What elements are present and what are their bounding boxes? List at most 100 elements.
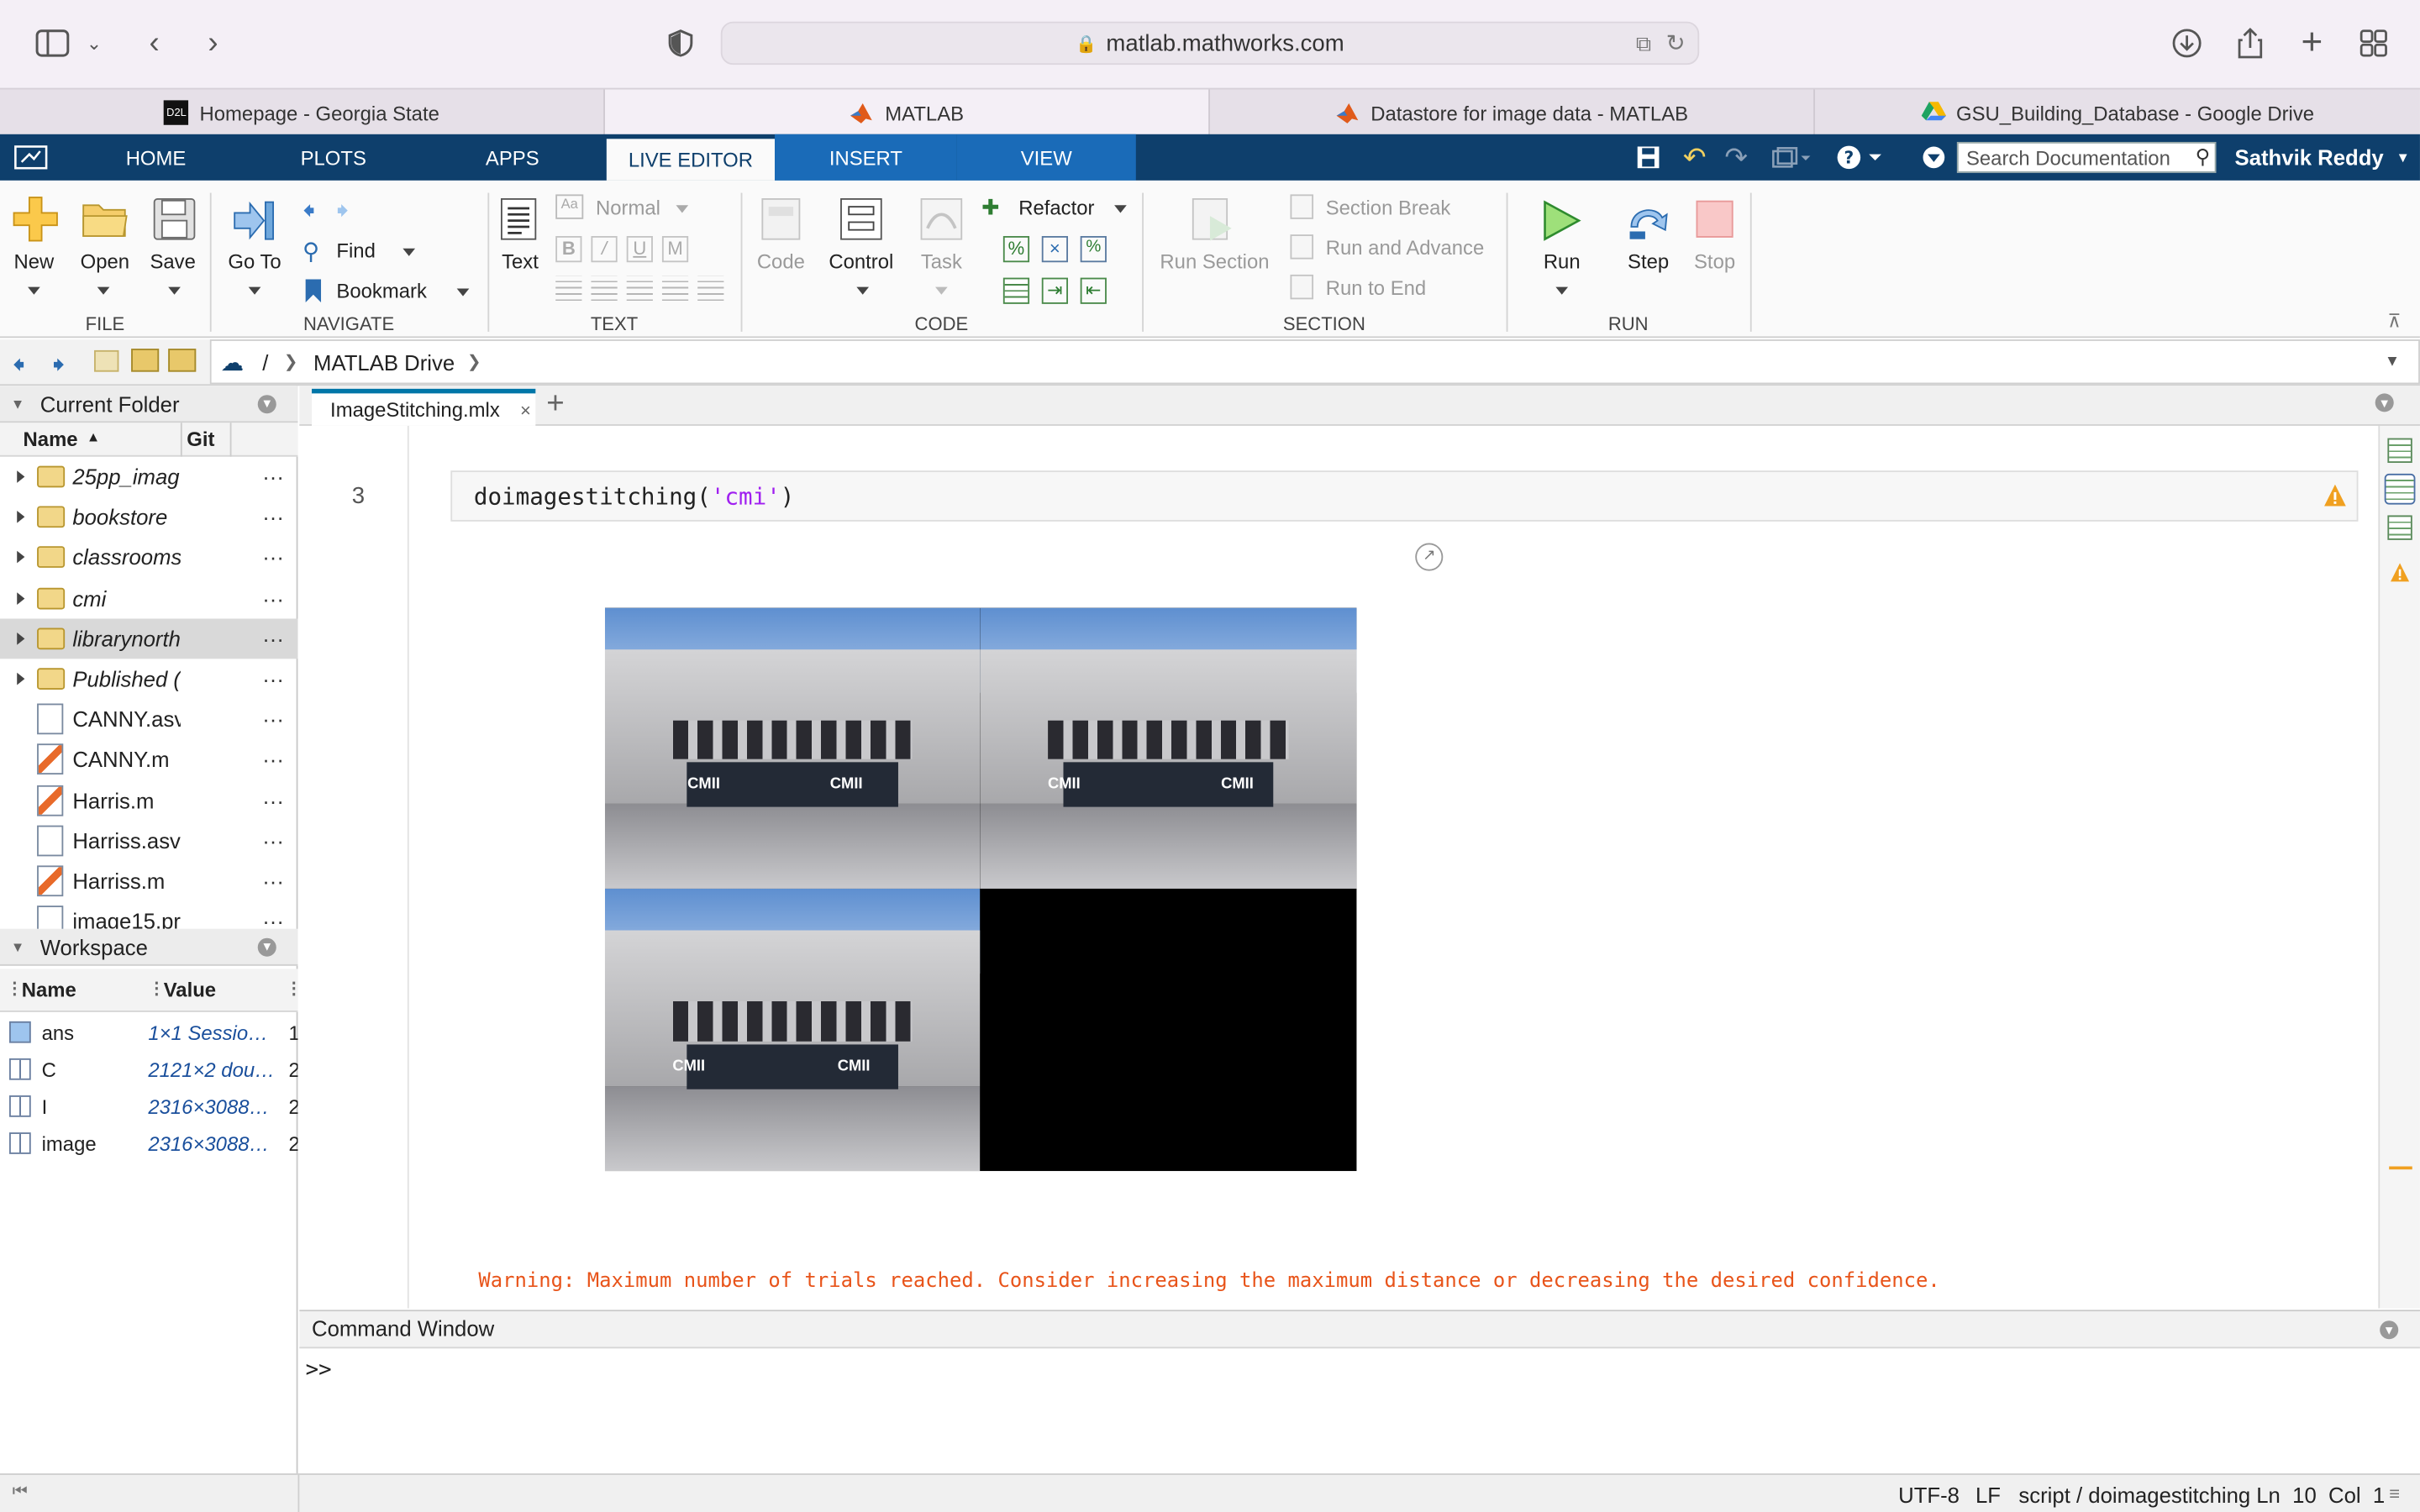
- panel-menu-icon[interactable]: ▼: [257, 394, 276, 413]
- text-button[interactable]: Text: [491, 250, 550, 274]
- warning-marker[interactable]: [2389, 1166, 2412, 1170]
- indent-icon[interactable]: [1002, 276, 1030, 303]
- chevron-down-icon[interactable]: [1555, 286, 1569, 295]
- back-icon[interactable]: ‹: [133, 22, 176, 65]
- hide-code-icon[interactable]: [2387, 515, 2412, 540]
- task-icon[interactable]: [920, 197, 963, 240]
- folder-list-item[interactable]: CANNY.asv ···: [0, 699, 297, 739]
- folder-list-item[interactable]: Harriss.m ···: [0, 861, 297, 901]
- more-actions-icon[interactable]: ···: [262, 788, 284, 812]
- drag-handle-icon[interactable]: ⋮: [148, 978, 165, 998]
- collapse-toolstrip-icon[interactable]: ⊼: [2387, 310, 2401, 332]
- task-button[interactable]: Task: [911, 250, 972, 274]
- refactor-icon[interactable]: ✚: [981, 194, 1000, 220]
- underline-icon[interactable]: U: [626, 236, 653, 263]
- run-to-end-button[interactable]: Run to End: [1326, 276, 1426, 300]
- workspace-header[interactable]: ▼ Workspace ▼: [0, 928, 298, 966]
- control-button[interactable]: Control: [821, 250, 902, 274]
- wrap-comment-icon[interactable]: %: [1080, 236, 1107, 263]
- editor-tab-imagestitching[interactable]: ImageStitching.mlx ×: [312, 388, 536, 426]
- run-icon[interactable]: [1540, 199, 1583, 242]
- browser-tab-matlab[interactable]: MATLAB: [604, 89, 1210, 136]
- warning-icon[interactable]: [2389, 562, 2411, 591]
- more-actions-icon[interactable]: ···: [262, 828, 284, 853]
- go-to-button[interactable]: Go To: [219, 250, 290, 274]
- back-arrow-icon[interactable]: 🠸: [13, 349, 25, 391]
- tab-plots[interactable]: PLOTS: [271, 134, 395, 181]
- tab-view[interactable]: VIEW: [956, 134, 1136, 181]
- new-tab-icon[interactable]: +: [2291, 22, 2333, 65]
- warning-icon[interactable]: [2323, 483, 2347, 514]
- folder-list-item[interactable]: cmi ···: [0, 578, 297, 618]
- tab-live-editor[interactable]: LIVE EDITOR: [606, 139, 776, 181]
- address-field[interactable]: 🔒 matlab.mathworks.com ⧉ ↻: [720, 21, 1700, 66]
- chevron-down-icon[interactable]: ⌄: [77, 22, 111, 65]
- forward-arrow-icon[interactable]: 🠺: [52, 349, 65, 391]
- text-style-icon[interactable]: Aa: [555, 194, 584, 219]
- panel-menu-icon[interactable]: ▼: [257, 937, 276, 956]
- more-actions-icon[interactable]: ···: [262, 666, 284, 690]
- more-actions-icon[interactable]: ···: [262, 505, 284, 529]
- browser-tab-google-drive[interactable]: GSU_Building_Database - Google Drive: [1815, 90, 2420, 136]
- encoding[interactable]: UTF-8: [1898, 1483, 1960, 1507]
- new-button[interactable]: New: [6, 250, 61, 274]
- close-icon[interactable]: ×: [520, 399, 531, 421]
- chevron-down-icon[interactable]: [676, 205, 689, 213]
- step-icon[interactable]: [1625, 199, 1671, 242]
- text-icon[interactable]: [500, 197, 537, 240]
- numbered-list-icon[interactable]: [555, 276, 582, 302]
- align-right-icon[interactable]: [697, 276, 724, 302]
- more-actions-icon[interactable]: ···: [262, 869, 284, 893]
- code-button[interactable]: Code: [750, 250, 812, 274]
- run-and-advance-icon[interactable]: [1290, 234, 1314, 260]
- drag-handle-icon[interactable]: ⋮: [6, 978, 23, 998]
- bookmark-icon[interactable]: [304, 278, 323, 304]
- chevron-down-icon[interactable]: [248, 286, 261, 295]
- panel-menu-icon[interactable]: ▼: [2380, 1320, 2399, 1340]
- chevron-down-icon[interactable]: ▼: [2385, 354, 2400, 370]
- find-button[interactable]: Find: [336, 239, 375, 263]
- forward-icon[interactable]: ›: [192, 22, 234, 65]
- value-column-header[interactable]: Value: [164, 978, 216, 1001]
- resize-grip-icon[interactable]: ≡: [2389, 1483, 2400, 1504]
- italic-icon[interactable]: /: [591, 236, 618, 263]
- workspace-row[interactable]: I 2316×3088… 2: [0, 1088, 297, 1125]
- workspace-row[interactable]: C 2121×2 dou… 2: [0, 1051, 297, 1088]
- bold-icon[interactable]: B: [555, 236, 582, 263]
- sidebar-toggle-icon[interactable]: [31, 22, 74, 65]
- line-ending[interactable]: LF: [1975, 1483, 2001, 1507]
- folder-list-item[interactable]: CANNY.m ···: [0, 739, 297, 780]
- undo-icon[interactable]: ↶: [1677, 134, 1711, 181]
- command-window-header[interactable]: Command Window ▼: [299, 1311, 2420, 1349]
- up-folder-icon[interactable]: [94, 349, 119, 372]
- downloads-icon[interactable]: [2165, 22, 2208, 65]
- window-switch-icon[interactable]: [1764, 134, 1819, 181]
- section-break-icon[interactable]: [1290, 194, 1314, 219]
- collapse-left-icon[interactable]: ⏮: [13, 1483, 28, 1503]
- text-style-select[interactable]: Normal: [596, 196, 660, 219]
- user-menu[interactable]: Sathvik Reddy ▼: [2235, 134, 2420, 181]
- forward-arrow-icon[interactable]: 🠺: [336, 194, 349, 236]
- run-button[interactable]: Run: [1531, 250, 1592, 274]
- uncomment-icon[interactable]: ×: [1041, 236, 1068, 263]
- save-disk-icon[interactable]: [153, 197, 196, 240]
- expand-triangle-icon[interactable]: [17, 551, 25, 564]
- browser-tab-homepage[interactable]: D2L Homepage - Georgia State: [0, 89, 605, 136]
- back-arrow-icon[interactable]: 🠸: [302, 194, 315, 236]
- path-field[interactable]: ☁ / ❯ MATLAB Drive ❯ ▼: [209, 339, 2420, 385]
- run-to-end-icon[interactable]: [1290, 274, 1314, 300]
- collapse-triangle-icon[interactable]: ▼: [11, 396, 24, 411]
- name-column-header[interactable]: Name: [24, 428, 78, 451]
- tab-grid-icon[interactable]: [2352, 22, 2395, 65]
- go-to-icon[interactable]: [232, 199, 278, 242]
- folder-list-item[interactable]: 25pp_imag ···: [0, 457, 297, 497]
- align-left-icon[interactable]: [626, 276, 653, 302]
- expand-triangle-icon[interactable]: [17, 672, 25, 685]
- section-break-button[interactable]: Section Break: [1326, 196, 1451, 219]
- expand-output-icon[interactable]: ↗: [1415, 543, 1444, 571]
- search-documentation-input[interactable]: Search Documentation ⚲: [1956, 134, 2217, 181]
- refactor-button[interactable]: Refactor: [1018, 196, 1094, 219]
- run-section-icon[interactable]: [1192, 197, 1234, 244]
- save-icon[interactable]: [1631, 134, 1665, 181]
- open-folder-icon[interactable]: [82, 199, 128, 239]
